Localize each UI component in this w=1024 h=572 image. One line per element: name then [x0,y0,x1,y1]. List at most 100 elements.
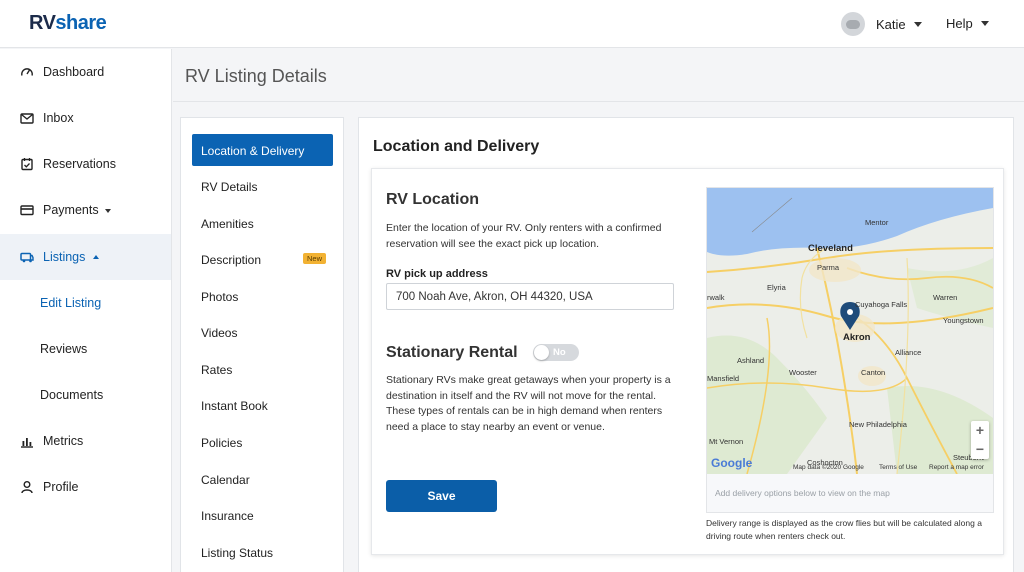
payments-icon [20,205,34,216]
sidebar-item-label: Metrics [43,434,84,448]
map-label-ashland: Ashland [737,356,765,365]
sidebar-item-label: Dashboard [43,65,105,79]
map-label-norwalk: rwalk [707,293,725,302]
listing-subnav: Location & Delivery RV Details Amenities… [180,117,344,572]
delivery-map-note: Add delivery options below to view on th… [715,488,890,498]
avatar-rv-icon [846,19,860,29]
address-label: RV pick up address [386,268,488,280]
sidebar-item-dashboard[interactable]: Dashboard [0,49,171,95]
map-label-new-philadelphia: New Philadelphia [849,420,907,429]
sidebar-item-inbox[interactable]: Inbox [0,95,171,141]
sidebar-item-label: Listings [43,250,86,264]
subnav-label: Amenities [201,217,254,231]
delivery-range-note: Delivery range is displayed as the crow … [706,518,982,541]
subnav-item-description[interactable]: Description New [192,243,333,275]
map-terms-link[interactable]: Terms of Use [879,464,917,471]
stationary-rental-description: Stationary RVs make great getaways when … [386,374,671,433]
sidebar-item-listings[interactable]: Listings [0,234,171,280]
location-delivery-panel: Location and Delivery RV Location Enter … [358,117,1014,572]
subnav-item-calendar[interactable]: Calendar [192,463,333,495]
listings-icon [20,252,34,263]
toggle-text: No [553,347,566,358]
map-label-youngstown: Youngstown [943,316,984,325]
dashboard-icon [21,68,33,76]
subnav-item-listing-status[interactable]: Listing Status [192,536,333,568]
map-report-link[interactable]: Report a map error [929,464,984,471]
stationary-rental-toggle[interactable]: No [533,344,579,361]
sidebar-item-reservations[interactable]: Reservations [0,141,171,187]
logo-share: share [55,12,107,34]
subnav-item-instant-book[interactable]: Instant Book [192,389,333,421]
subnav-item-amenities[interactable]: Amenities [192,207,333,239]
sidebar-item-documents[interactable]: Documents [0,372,171,418]
map-container: Cleveland Mentor Parma Elyria rwalk Warr… [706,187,994,513]
profile-icon [21,481,33,494]
user-name: Katie [876,16,906,32]
new-badge: New [303,253,327,264]
sidebar-item-label: Payments [43,203,99,217]
map-canvas [707,188,993,474]
subnav-item-photos[interactable]: Photos [192,280,333,312]
map-label-canton: Canton [861,368,886,377]
map-label-elyria: Elyria [767,283,786,292]
chevron-down-icon [980,21,989,26]
map-label-cleveland: Cleveland [808,243,853,254]
subnav-label: Location & Delivery [201,144,305,158]
subnav-label: Rates [201,363,233,377]
map[interactable]: Cleveland Mentor Parma Elyria rwalk Warr… [707,188,993,474]
sidebar-item-edit-listing[interactable]: Edit Listing [0,280,171,326]
sidebar-item-reviews[interactable]: Reviews [0,326,171,372]
inbox-icon [20,113,34,124]
zoom-out-button[interactable]: − [971,440,989,459]
subnav-label: Listing Status [201,546,274,560]
subnav-item-location-delivery[interactable]: Location & Delivery [192,134,333,166]
subnav-item-rv-details[interactable]: RV Details [192,170,333,202]
map-label-mansfield: Mansfield [707,374,740,383]
sidebar-item-metrics[interactable]: Metrics [0,418,171,464]
subnav-item-insurance[interactable]: Insurance [192,499,333,531]
map-label-wooster: Wooster [789,368,817,377]
map-label-warren: Warren [933,293,958,302]
avatar [841,12,865,36]
subnav-item-rates[interactable]: Rates [192,353,333,385]
save-button[interactable]: Save [386,480,497,512]
sidebar-item-label: Reservations [43,157,116,171]
subnav-label: Instant Book [201,399,268,413]
rvshare-logo[interactable]: RVshare [29,12,107,35]
reservations-icon [21,158,33,171]
map-label-parma: Parma [817,263,840,272]
map-data-attribution: Map data ©2020 Google [793,464,864,471]
chevron-up-icon [93,255,99,259]
panel-title: Location and Delivery [373,138,540,155]
sidebar-item-label: Edit Listing [40,296,102,310]
map-label-cuyahoga-falls: Cuyahoga Falls [855,300,908,309]
subnav-label: Policies [201,436,243,450]
zoom-in-button[interactable]: + [971,421,989,440]
chevron-down-icon [105,209,111,213]
sidebar-item-label: Reviews [40,342,88,356]
metrics-icon [21,438,33,448]
rv-location-title: RV Location [386,191,480,208]
toggle-knob [534,345,549,360]
help-menu[interactable]: Help [946,16,989,31]
google-logo: Google [711,456,752,470]
sidebar-item-label: Profile [43,480,79,494]
subnav-item-videos[interactable]: Videos [192,316,333,348]
title-divider [173,101,1024,102]
map-label-mentor: Mentor [865,218,889,227]
subnav-item-policies[interactable]: Policies [192,426,333,458]
map-label-mt-vernon: Mt Vernon [709,437,744,446]
sidebar: Dashboard Inbox Reservations Payments Li… [0,49,172,572]
sidebar-item-payments[interactable]: Payments [0,187,171,233]
subnav-label: Videos [201,326,238,340]
subnav-label: Calendar [201,473,250,487]
address-input[interactable] [386,283,674,310]
sidebar-item-profile[interactable]: Profile [0,464,171,510]
subnav-label: RV Details [201,180,258,194]
top-bar: RVshare Katie Help [0,0,1024,48]
sidebar-item-label: Inbox [43,111,74,125]
map-label-akron: Akron [843,332,871,343]
user-menu[interactable]: Katie [841,12,922,36]
stationary-rental-title: Stationary Rental [386,344,518,361]
logo-rv: RV [29,12,56,34]
